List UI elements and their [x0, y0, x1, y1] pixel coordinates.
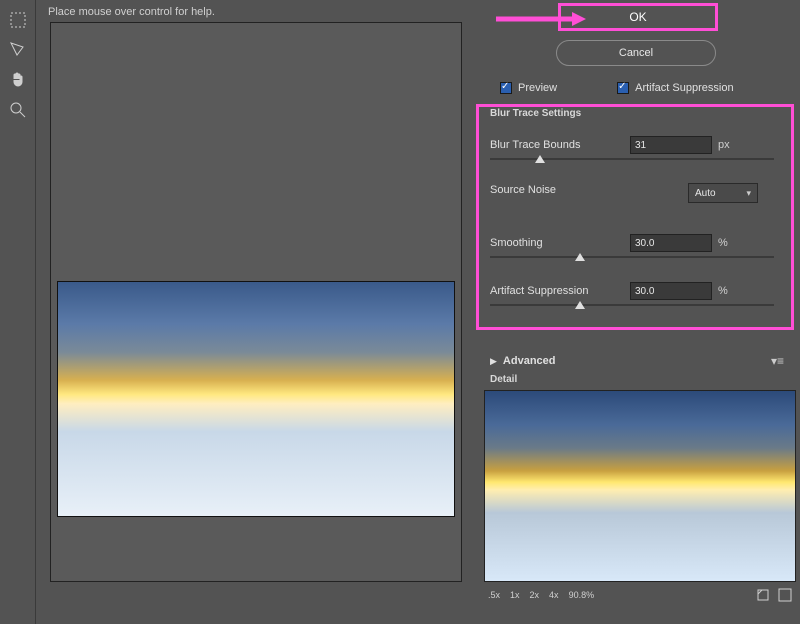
advanced-section-toggle[interactable]: ▶ Advanced ▾≡ — [490, 354, 784, 368]
ok-button[interactable]: OK — [629, 10, 646, 24]
zoom-controls: .5x 1x 2x 4x 90.8% — [488, 588, 792, 602]
cancel-button[interactable]: Cancel — [556, 40, 716, 66]
artifact-label: Artifact Suppression — [635, 82, 733, 94]
ok-button-highlight: OK — [558, 3, 718, 31]
preview-checkbox[interactable] — [500, 82, 512, 94]
bounds-slider[interactable] — [490, 158, 774, 160]
smoothing-label: Smoothing — [490, 237, 630, 249]
source-noise-dropdown[interactable]: Auto — [688, 183, 758, 203]
artifact-slider[interactable] — [490, 304, 774, 306]
zoom-tool-icon[interactable] — [4, 96, 32, 124]
chevron-right-icon: ▶ — [490, 356, 497, 367]
advanced-label: Advanced — [503, 355, 556, 367]
bounds-unit: px — [712, 139, 736, 151]
artifact-checkbox-row[interactable]: Artifact Suppression — [617, 82, 733, 94]
zoom-4x[interactable]: 4x — [549, 590, 559, 600]
help-text: Place mouse over control for help. — [36, 0, 470, 24]
lasso-tool-icon[interactable] — [4, 36, 32, 64]
preview-label: Preview — [518, 82, 557, 94]
zoom-2x[interactable]: 2x — [530, 590, 540, 600]
source-noise-label: Source Noise — [490, 184, 630, 196]
detail-section-title: Detail — [490, 374, 517, 385]
smoothing-slider[interactable] — [490, 256, 774, 258]
detail-preview-image[interactable] — [484, 390, 796, 582]
preview-checkbox-row[interactable]: Preview — [500, 82, 557, 94]
preview-area: Place mouse over control for help. — [36, 0, 470, 624]
artifact-checkbox[interactable] — [617, 82, 629, 94]
bounds-input[interactable] — [630, 136, 712, 154]
bounds-label: Blur Trace Bounds — [490, 139, 630, 151]
canvas-container[interactable] — [50, 22, 462, 582]
hand-tool-icon[interactable] — [4, 66, 32, 94]
main-preview-image[interactable] — [57, 281, 455, 517]
smoothing-input[interactable] — [630, 234, 712, 252]
zoom-half[interactable]: .5x — [488, 590, 500, 600]
zoom-percent: 90.8% — [569, 590, 595, 600]
artifact-slider-label: Artifact Suppression — [490, 285, 630, 297]
smoothing-unit: % — [712, 237, 736, 249]
marquee-tool-icon[interactable] — [4, 6, 32, 34]
panel-menu-icon[interactable]: ▾≡ — [771, 354, 784, 368]
artifact-input[interactable] — [630, 282, 712, 300]
artifact-unit: % — [712, 285, 736, 297]
undock-icon[interactable] — [756, 588, 770, 602]
reset-view-icon[interactable] — [778, 588, 792, 602]
zoom-1x[interactable]: 1x — [510, 590, 520, 600]
